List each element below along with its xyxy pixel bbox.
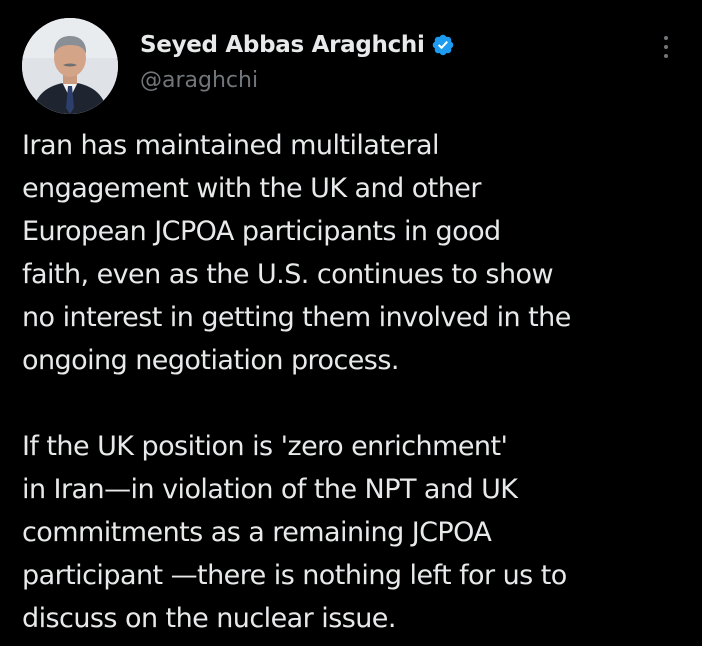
more-vertical-icon [664,36,668,40]
author-handle[interactable]: @araghchi [140,68,258,93]
tweet-line: faith, even as the U.S. continues to sho… [22,259,554,290]
more-options-button[interactable] [652,30,680,64]
profile-photo-icon [22,18,118,114]
more-vertical-icon-dot [664,54,668,58]
tweet-line: engagement with the UK and other [22,173,481,204]
tweet-line: no interest in getting them involved in … [22,302,571,333]
tweet-line: discuss on the nuclear issue. [22,603,396,634]
tweet-paragraph-2: If the UK position is 'zero enrichment' … [22,425,682,640]
author-display-name[interactable]: Seyed Abbas Araghchi [140,32,425,58]
tweet-line: ongoing negotiation process. [22,345,399,376]
tweet-paragraph-1: Iran has maintained multilateral engagem… [22,124,682,382]
tweet-line: European JCPOA participants in good [22,216,501,247]
tweet-line: participant —there is nothing left for u… [22,560,567,591]
tweet-line: If the UK position is 'zero enrichment' [22,431,508,462]
verified-badge-icon [432,34,453,56]
author-name-row: Seyed Abbas Araghchi [140,32,455,58]
avatar[interactable] [22,18,118,114]
tweet-line: commitments as a remaining JCPOA [22,517,492,548]
tweet-text: Iran has maintained multilateral engagem… [22,124,682,640]
tweet-card: Seyed Abbas Araghchi @araghchi Iran has … [0,0,702,646]
more-vertical-icon-dot [664,45,668,49]
tweet-line: Iran has maintained multilateral [22,130,440,161]
tweet-line: in Iran—in violation of the NPT and UK [22,474,518,505]
